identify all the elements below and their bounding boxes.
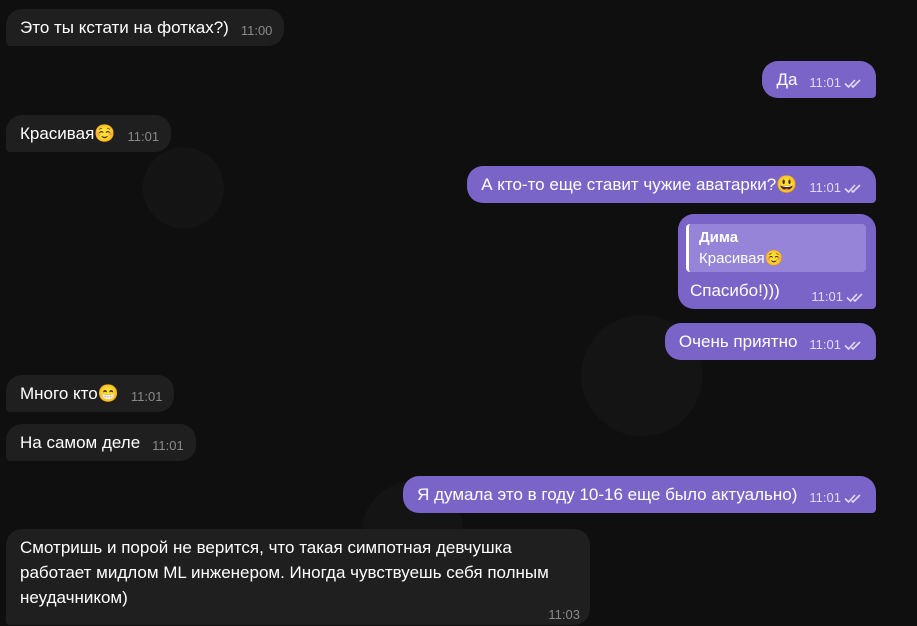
message-text: Да (776, 70, 798, 89)
double-check-icon (844, 340, 861, 350)
reply-text: Красивая (699, 250, 765, 267)
message-outgoing[interactable]: Я думала это в году 10-16 еще было актуа… (403, 476, 876, 513)
message-time: 11:01 (809, 180, 841, 195)
message-incoming[interactable]: Это ты кстати на фотках?) 11:00 (6, 9, 285, 46)
message-incoming[interactable]: Красивая☺️ 11:01 (6, 115, 172, 152)
message-text: Я думала это в году 10-16 еще было актуа… (417, 485, 798, 504)
message-incoming[interactable]: Смотришь и порой не верится, что такая с… (6, 529, 590, 625)
message-time: 11:00 (240, 23, 273, 38)
message-time: 11:01 (809, 75, 841, 90)
message-text: Смотришь и порой не верится, что такая с… (20, 538, 554, 607)
emoji-smiling: ☺️ (94, 124, 116, 143)
message-time: 11:01 (809, 337, 841, 352)
message-outgoing[interactable]: А кто-то еще ставит чужие аватарки?😃 11:0… (467, 166, 876, 203)
double-check-icon (844, 78, 861, 88)
message-time: 11:03 (548, 607, 580, 622)
message-text: Много кто (20, 384, 98, 403)
message-outgoing[interactable]: Да 11:01 (762, 61, 876, 98)
message-time: 11:01 (809, 490, 841, 505)
message-time: 11:01 (130, 389, 163, 404)
reply-quote[interactable]: Дима Красивая☺️ (686, 224, 866, 272)
emoji-smiling: ☺️ (764, 250, 784, 267)
double-check-icon (844, 493, 861, 503)
message-time: 11:01 (811, 289, 843, 304)
message-outgoing-reply[interactable]: Дима Красивая☺️ Спасибо!))) 11:01 (678, 214, 876, 309)
message-text: Красивая (20, 124, 95, 143)
message-outgoing[interactable]: Очень приятно 11:01 (664, 323, 876, 360)
message-text: Очень приятно (678, 332, 798, 351)
double-check-icon (844, 183, 861, 193)
emoji-beaming: 😁 (97, 384, 119, 403)
message-time: 11:01 (152, 438, 184, 453)
emoji-grinning: 😃 (776, 175, 798, 194)
reply-author: Дима (699, 229, 739, 246)
message-incoming[interactable]: Много кто😁 11:01 (6, 375, 175, 412)
message-text: А кто-то еще ставит чужие аватарки? (481, 175, 777, 194)
message-text: На самом деле (20, 433, 141, 452)
message-text: Спасибо!))) (690, 281, 780, 300)
message-incoming[interactable]: На самом деле 11:01 (6, 424, 196, 461)
message-text: Это ты кстати на фотках?) (20, 18, 229, 37)
double-check-icon (846, 292, 863, 302)
message-time: 11:01 (127, 129, 160, 144)
